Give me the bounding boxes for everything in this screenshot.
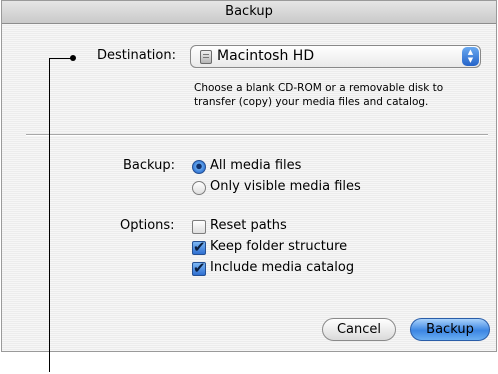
destination-value: Macintosh HD (217, 48, 315, 64)
hard-disk-icon (200, 50, 212, 64)
callout-line-vertical (49, 58, 50, 372)
checkbox-reset-paths[interactable] (192, 220, 206, 234)
popup-arrows-icon: ▲ ▼ (462, 47, 479, 66)
backup-dialog: Backup Destination: Macintosh HD ▲ ▼ Choo… (1, 0, 497, 352)
hint-line-1: Choose a blank CD-ROM or a removable dis… (194, 82, 444, 94)
checkbox-label-include-media-catalog: Include media catalog (210, 260, 355, 275)
hint-line-2: transfer (copy) your media files and cat… (194, 96, 429, 108)
backup-button[interactable]: Backup (410, 318, 490, 341)
destination-popup[interactable]: Macintosh HD ▲ ▼ (190, 45, 481, 68)
checkbox-label-reset-paths: Reset paths (210, 218, 287, 233)
cancel-button[interactable]: Cancel (322, 318, 396, 341)
divider (26, 134, 488, 136)
window-title: Backup (2, 1, 496, 24)
radio-label-only-visible-media-files: Only visible media files (210, 179, 361, 194)
radio-all-media-files[interactable] (192, 160, 206, 174)
checkbox-keep-folder-structure[interactable] (192, 238, 206, 256)
backup-label: Backup: (123, 158, 176, 173)
radio-only-visible-media-files[interactable] (192, 181, 206, 195)
checkbox-include-media-catalog[interactable] (192, 259, 206, 277)
checkbox-label-keep-folder-structure: Keep folder structure (210, 239, 348, 254)
destination-hint: Choose a blank CD-ROM or a removable dis… (194, 81, 494, 109)
radio-label-all-media-files: All media files (210, 158, 302, 173)
callout-dot (70, 55, 76, 61)
options-label: Options: (120, 218, 175, 233)
destination-label: Destination: (97, 48, 176, 63)
